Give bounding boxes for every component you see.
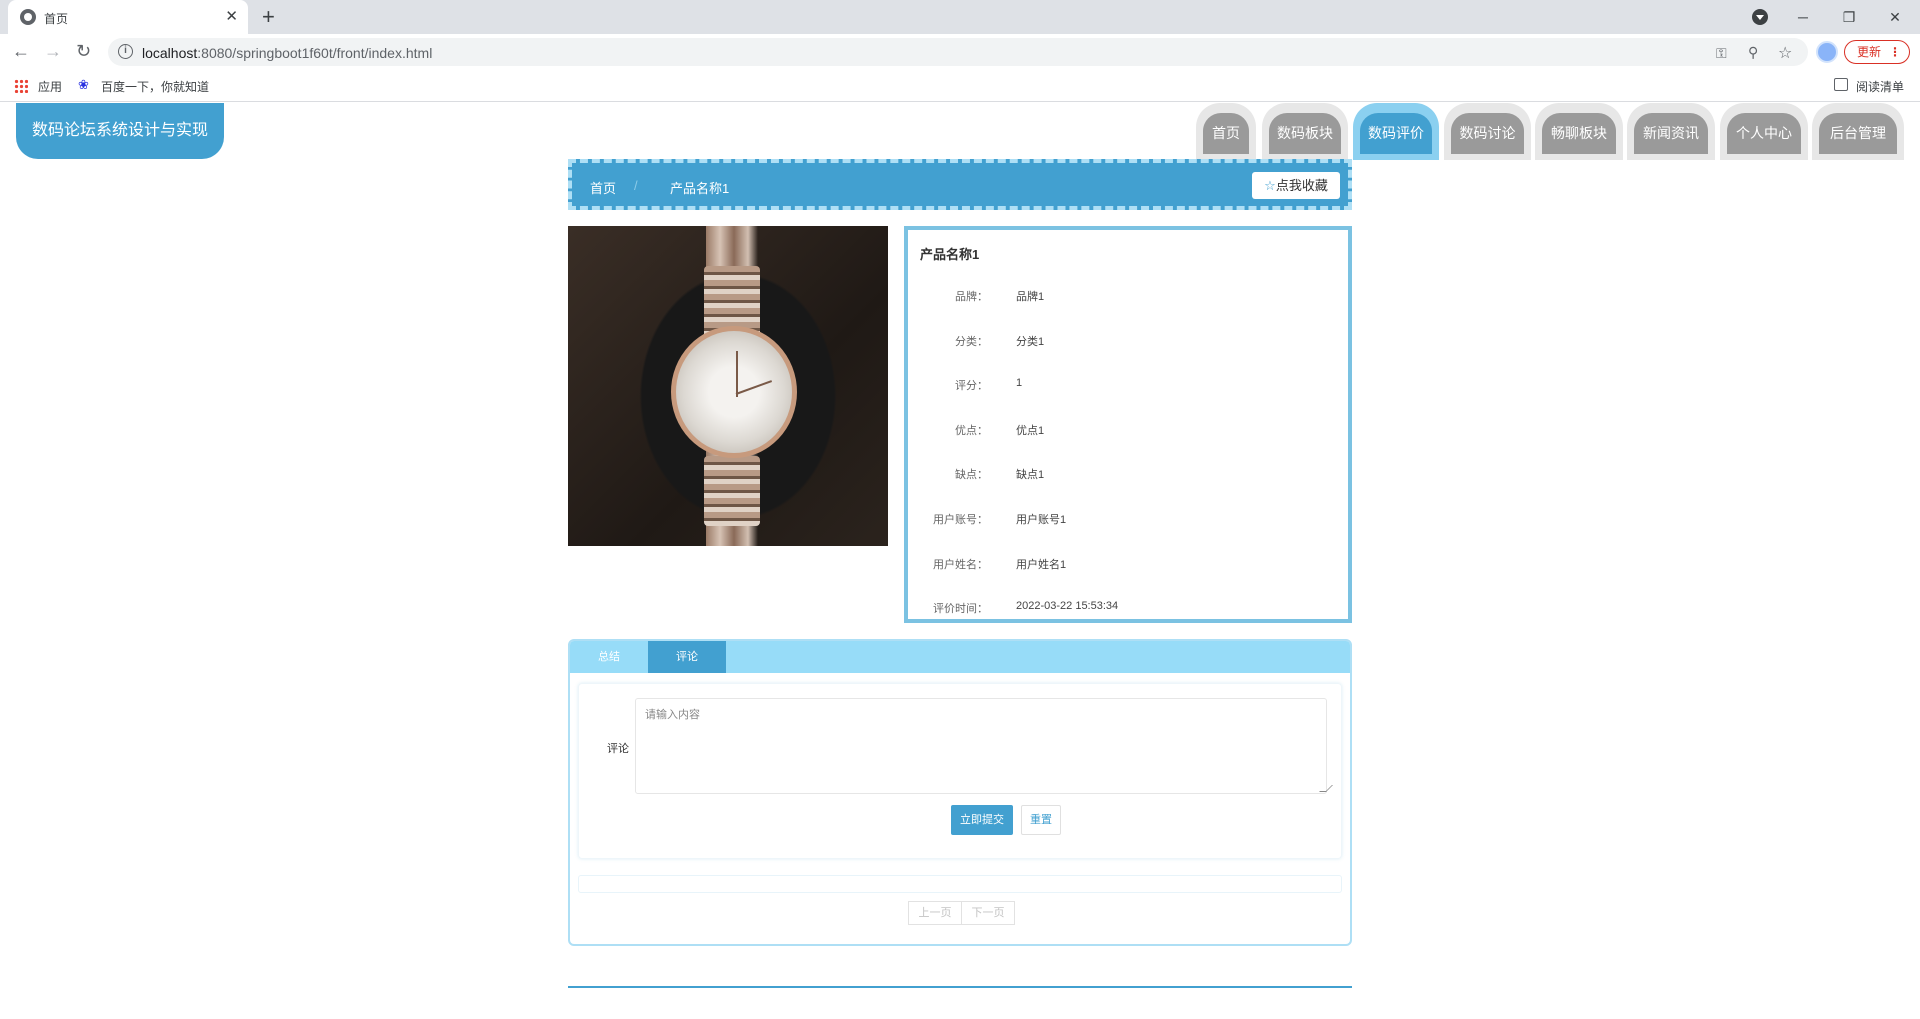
browser-tabstrip: 首页 ✕ + ─ ❐ ✕: [0, 0, 1920, 34]
key-icon[interactable]: ⚿: [1716, 45, 1727, 62]
avatar[interactable]: [1816, 41, 1838, 63]
nav-item-news[interactable]: 新闻资讯: [1627, 103, 1715, 160]
comment-label: 评论: [607, 743, 629, 755]
tab-search-icon[interactable]: [1752, 9, 1768, 25]
browser-tab[interactable]: 首页 ✕: [8, 0, 248, 34]
submit-button[interactable]: 立即提交: [951, 805, 1013, 835]
address-bar[interactable]: i localhost:8080/springboot1f60t/front/i…: [108, 38, 1808, 66]
info-row-brand: 品牌： 品牌1: [955, 291, 1045, 303]
update-button[interactable]: 更新 ⋮: [1844, 40, 1910, 64]
zoom-icon[interactable]: ⚲: [1748, 44, 1758, 61]
breadcrumb-separator: /: [634, 178, 638, 193]
breadcrumb-home[interactable]: 首页: [590, 178, 616, 197]
info-row-user-name: 用户姓名： 用户姓名1: [933, 559, 1067, 571]
nav-item-chat-board[interactable]: 畅聊板块: [1535, 103, 1623, 160]
reset-button[interactable]: 重置: [1021, 805, 1061, 835]
menu-dots-icon[interactable]: ⋮: [1889, 41, 1901, 63]
review-panel: 总结 评论 评论 立即提交 重置 上一页 下一页: [568, 639, 1352, 946]
browser-toolbar: ← → ↻ i localhost:8080/springboot1f60t/f…: [0, 34, 1920, 70]
nav-item-personal-center[interactable]: 个人中心: [1720, 103, 1808, 160]
baidu-paw-icon: ❀: [78, 77, 89, 92]
breadcrumb: 首页 / 产品名称1 ☆点我收藏: [568, 159, 1352, 210]
comment-input[interactable]: [635, 698, 1327, 794]
nav-item-admin[interactable]: 后台管理: [1812, 103, 1904, 160]
watch-band-bottom: [704, 456, 760, 526]
forward-icon[interactable]: →: [44, 41, 62, 62]
globe-icon: [20, 9, 36, 25]
close-window-icon[interactable]: ✕: [1872, 4, 1918, 30]
reading-list-icon[interactable]: [1834, 78, 1848, 91]
reload-icon[interactable]: ↻: [76, 41, 91, 62]
nav-item-digital-discussion[interactable]: 数码讨论: [1444, 103, 1531, 160]
nav-item-home[interactable]: 首页: [1196, 103, 1256, 160]
info-row-pros: 优点： 优点1: [955, 425, 1045, 437]
bookmark-star-icon[interactable]: ☆: [1778, 43, 1792, 63]
info-row-cons: 缺点： 缺点1: [955, 469, 1045, 481]
info-row-review-time: 评价时间： 2022-03-22 15:53:34: [933, 600, 1119, 615]
nav-item-digital-review[interactable]: 数码评价: [1353, 103, 1439, 160]
minimize-icon[interactable]: ─: [1780, 4, 1826, 30]
info-row-category: 分类： 分类1: [955, 336, 1045, 348]
footer-divider: [568, 986, 1352, 988]
product-name: 产品名称1: [920, 247, 980, 262]
info-row-user-account: 用户账号： 用户账号1: [933, 514, 1067, 526]
info-icon[interactable]: i: [118, 44, 133, 59]
site-title[interactable]: 数码论坛系统设计与实现: [16, 103, 224, 159]
comment-form: 评论 立即提交 重置: [578, 683, 1342, 859]
comment-list: [578, 875, 1342, 893]
product-image: [568, 226, 888, 546]
back-icon[interactable]: ←: [12, 41, 30, 62]
star-icon: ☆: [1264, 178, 1276, 193]
prev-page-button[interactable]: 上一页: [908, 901, 962, 925]
bookmarks-bar: 应用 ❀ 百度一下，你就知道 阅读清单: [0, 70, 1920, 102]
new-tab-icon[interactable]: +: [262, 4, 275, 30]
tab-comment[interactable]: 评论: [648, 641, 726, 673]
watch-face: [671, 326, 797, 458]
tab-title: 首页: [44, 12, 69, 26]
bookmark-apps[interactable]: 应用: [38, 78, 62, 95]
next-page-button[interactable]: 下一页: [961, 901, 1015, 925]
panel-tabbar: 总结 评论: [570, 641, 1350, 673]
info-row-rating: 评分： 1: [955, 377, 1023, 392]
reading-list-label[interactable]: 阅读清单: [1856, 78, 1904, 95]
favorite-button[interactable]: ☆点我收藏: [1252, 172, 1340, 199]
nav-item-digital-board[interactable]: 数码板块: [1262, 103, 1348, 160]
url-text: localhost:8080/springboot1f60t/front/ind…: [142, 45, 433, 61]
restore-icon[interactable]: ❐: [1826, 4, 1872, 30]
bookmark-baidu[interactable]: 百度一下，你就知道: [101, 78, 209, 95]
close-tab-icon[interactable]: ✕: [225, 7, 238, 25]
breadcrumb-current: 产品名称1: [670, 181, 730, 196]
product-info: 产品名称1 品牌： 品牌1 分类： 分类1 评分： 1 优点： 优点1 缺点： 缺点1 用…: [904, 226, 1352, 623]
tab-summary[interactable]: 总结: [570, 641, 648, 673]
apps-grid-icon[interactable]: [14, 79, 28, 93]
